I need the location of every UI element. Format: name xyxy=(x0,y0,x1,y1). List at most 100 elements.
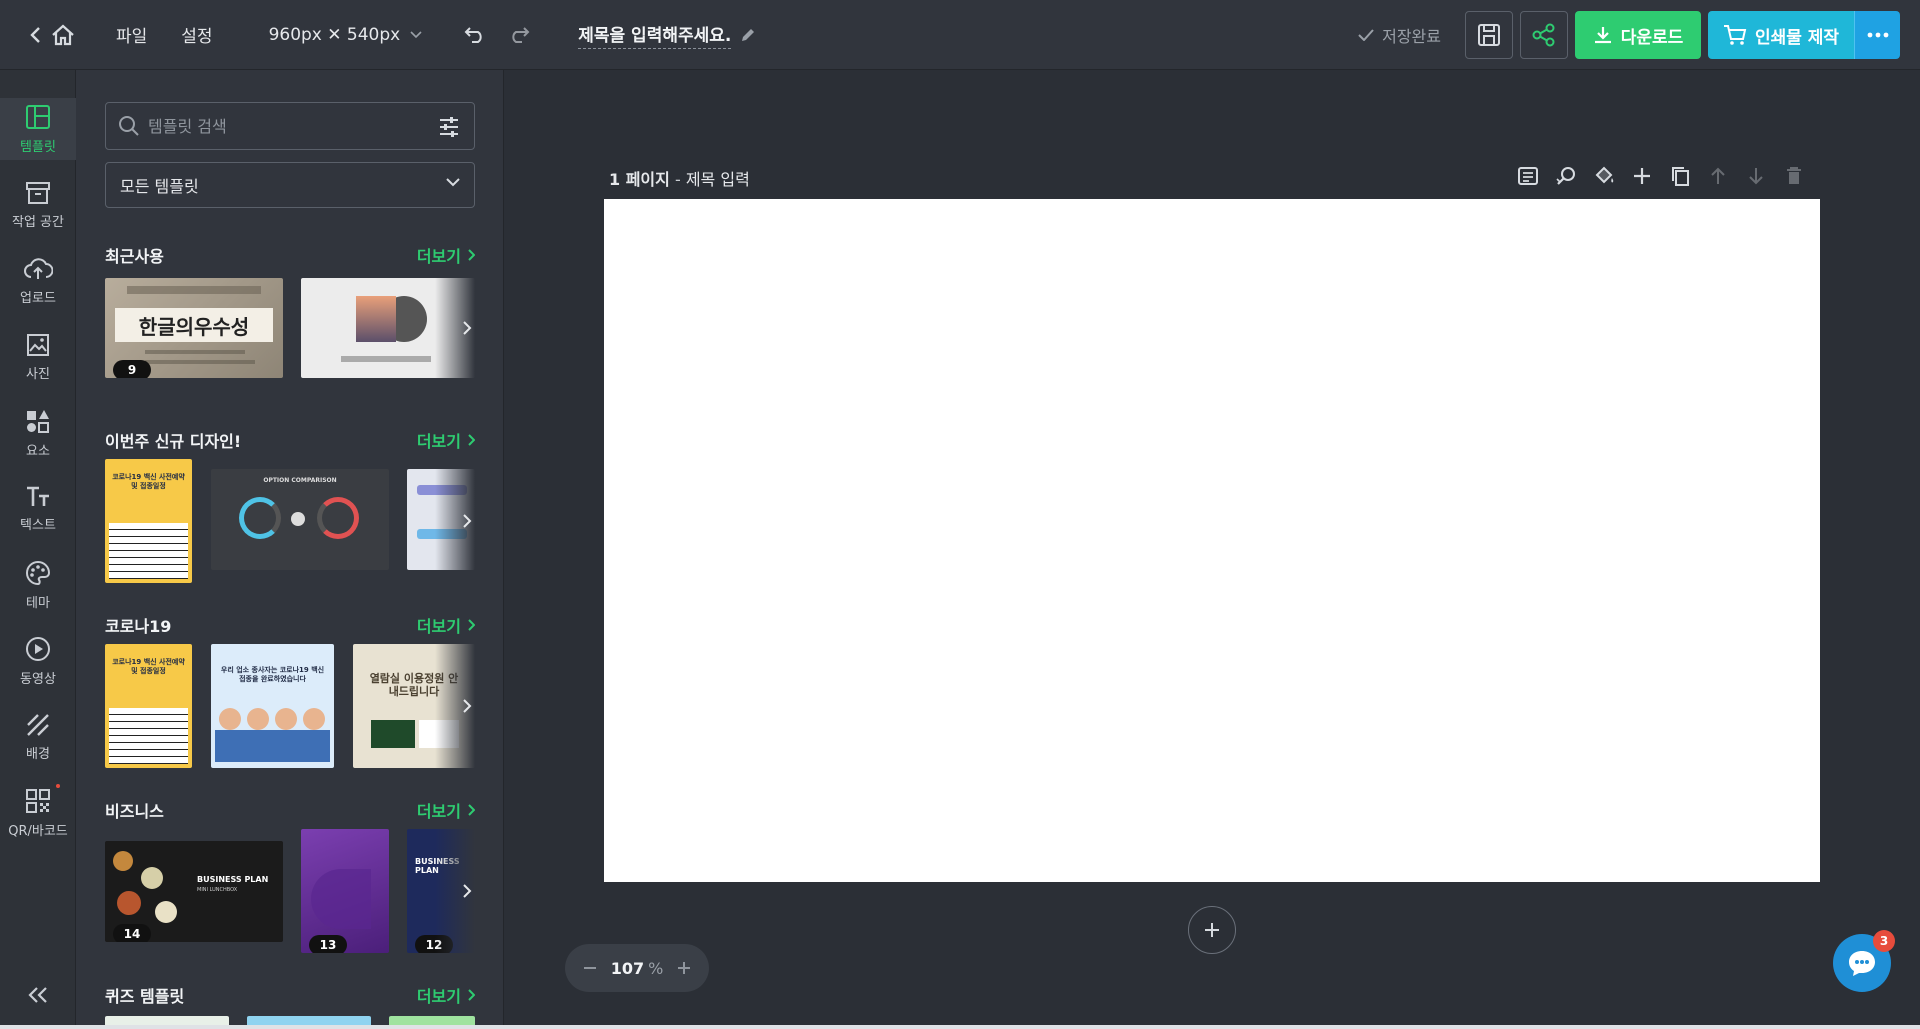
save-status: 저장완료 xyxy=(1358,23,1441,47)
file-menu[interactable]: 파일 xyxy=(116,22,147,47)
template-thumb[interactable]: 우리 업소 종사자는 코로나19 백신접종을 완료하였습니다 xyxy=(211,644,334,768)
thumb-title: OPTION COMPARISON xyxy=(263,477,337,484)
ellipsis-icon xyxy=(1867,32,1888,38)
chat-bubble-icon xyxy=(1849,951,1875,976)
rail-item-template[interactable]: 템플릿 xyxy=(0,98,76,160)
download-button[interactable]: 다운로드 xyxy=(1575,11,1701,59)
style-picker-icon[interactable] xyxy=(1554,164,1578,188)
thumb-title: 코로나19 백신 사전예약 및 접종일정 xyxy=(112,658,185,675)
rail-label: 템플릿 xyxy=(20,139,56,155)
thumb-title: 우리 업소 종사자는 코로나19 백신접종을 완료하였습니다 xyxy=(220,666,325,683)
rail-item-video[interactable]: 동영상 xyxy=(0,630,76,692)
floppy-icon xyxy=(1478,24,1500,46)
template-thumb[interactable]: 코로나19 백신 사전예약 및 접종일정 xyxy=(105,644,192,768)
save-status-text: 저장완료 xyxy=(1382,27,1441,46)
video-icon xyxy=(26,636,50,661)
template-thumb[interactable]: 코로나19 백신 사전예약 및 접종일정 xyxy=(105,459,192,583)
section-covid: 코로나19 더보기 코로나19 백신 사전예약 및 접종일정 우리 업소 종사자… xyxy=(105,613,475,768)
template-category-select[interactable]: 모든 템플릿 xyxy=(105,162,475,208)
section-new-designs: 이번주 신규 디자인! 더보기 코로나19 백신 사전예약 및 접종일정 OPT… xyxy=(105,428,475,583)
elements-icon xyxy=(27,409,49,433)
page-label: 1 페이지 - 제목 입력 xyxy=(609,166,750,190)
chevron-right-icon xyxy=(468,619,475,631)
duplicate-page-icon[interactable] xyxy=(1668,164,1692,188)
share-button[interactable] xyxy=(1520,11,1568,59)
collapse-panel-icon[interactable] xyxy=(24,981,52,1009)
search-input[interactable] xyxy=(148,116,428,136)
template-thumb[interactable]: 한글의우수성 9 xyxy=(105,278,283,378)
thumb-title: BUSINESS PLAN xyxy=(197,875,269,884)
canvas-size-select[interactable]: 960px ✕ 540px xyxy=(269,25,423,45)
chevron-right-icon xyxy=(468,434,475,446)
section-title: 코로나19 xyxy=(105,617,172,636)
chevron-right-icon[interactable] xyxy=(459,881,475,901)
chevron-down-icon xyxy=(446,178,460,187)
rail-item-workspace[interactable]: 작업 공간 xyxy=(0,174,76,236)
zoom-value: 107 xyxy=(610,958,645,978)
separator: - xyxy=(674,170,686,189)
section-title: 이번주 신규 디자인! xyxy=(105,432,242,451)
save-button[interactable] xyxy=(1465,11,1513,59)
page-number: 1 페이지 xyxy=(609,170,670,189)
add-page-button[interactable] xyxy=(1188,906,1236,954)
redo-icon[interactable] xyxy=(506,22,532,48)
more-link-label: 더보기 xyxy=(416,247,461,266)
template-thumb[interactable]: BUSINESS PLAN MINI LUNCHBOX 14 xyxy=(105,841,283,942)
zoom-out-icon[interactable] xyxy=(583,966,597,970)
pencil-icon[interactable] xyxy=(739,26,757,44)
page-count-badge: 9 xyxy=(113,360,151,378)
paint-bucket-icon[interactable] xyxy=(1592,164,1616,188)
rail-item-elements[interactable]: 요소 xyxy=(0,402,76,464)
more-link[interactable]: 더보기 xyxy=(417,798,475,822)
more-options-button[interactable] xyxy=(1854,11,1900,59)
rail-item-upload[interactable]: 업로드 xyxy=(0,250,76,312)
template-thumb[interactable]: 13 xyxy=(301,829,389,953)
page-note-icon[interactable] xyxy=(1516,164,1540,188)
chat-support-button[interactable]: 3 xyxy=(1833,930,1895,992)
template-thumb[interactable]: OPTION COMPARISON xyxy=(211,469,389,570)
undo-icon[interactable] xyxy=(462,22,488,48)
move-down-icon[interactable] xyxy=(1744,164,1768,188)
zoom-level[interactable]: 107% xyxy=(611,959,664,978)
more-link[interactable]: 더보기 xyxy=(417,428,475,452)
chevron-right-icon xyxy=(468,249,475,261)
page-title-input[interactable]: 제목 입력 xyxy=(686,170,750,189)
more-link[interactable]: 더보기 xyxy=(417,613,475,637)
more-link[interactable]: 더보기 xyxy=(417,243,475,267)
rail-label: 작업 공간 xyxy=(12,214,64,230)
plus-icon xyxy=(1205,923,1219,937)
download-icon xyxy=(1594,27,1611,44)
rail-label: 텍스트 xyxy=(20,517,56,533)
trash-icon[interactable] xyxy=(1782,164,1806,188)
back-icon[interactable] xyxy=(24,20,46,50)
rail-item-background[interactable]: 배경 xyxy=(0,706,76,768)
settings-menu[interactable]: 설정 xyxy=(181,22,212,47)
more-link-label: 더보기 xyxy=(416,802,461,821)
rail-label: QR/바코드 xyxy=(8,823,68,839)
notification-badge: 3 xyxy=(1873,930,1895,952)
section-title: 퀴즈 템플릿 xyxy=(105,987,185,1006)
more-link-label: 더보기 xyxy=(416,617,461,636)
zoom-in-icon[interactable] xyxy=(677,961,691,975)
rail-item-text[interactable]: 텍스트 xyxy=(0,478,76,540)
move-up-icon[interactable] xyxy=(1706,164,1730,188)
qr-icon xyxy=(26,788,50,813)
chevron-right-icon[interactable] xyxy=(459,696,475,716)
workspace-icon xyxy=(26,181,50,204)
chevron-right-icon[interactable] xyxy=(459,318,475,338)
more-link[interactable]: 더보기 xyxy=(417,983,475,1007)
zoom-control: 107% xyxy=(565,944,709,992)
category-value: 모든 템플릿 xyxy=(120,177,199,196)
rail-label: 업로드 xyxy=(20,290,56,306)
home-icon[interactable] xyxy=(48,20,78,50)
add-page-icon[interactable] xyxy=(1630,164,1654,188)
document-title[interactable]: 제목을 입력해주세요. xyxy=(578,21,732,49)
rail-item-qr[interactable]: QR/바코드 xyxy=(0,782,76,844)
filter-sliders-icon[interactable] xyxy=(438,116,460,138)
rail-item-photo[interactable]: 사진 xyxy=(0,326,76,388)
design-canvas[interactable] xyxy=(604,199,1820,882)
chevron-right-icon[interactable] xyxy=(459,511,475,531)
print-order-button[interactable]: 인쇄물 제작 xyxy=(1708,11,1854,59)
template-search[interactable] xyxy=(105,102,475,150)
rail-item-theme[interactable]: 테마 xyxy=(0,554,76,616)
